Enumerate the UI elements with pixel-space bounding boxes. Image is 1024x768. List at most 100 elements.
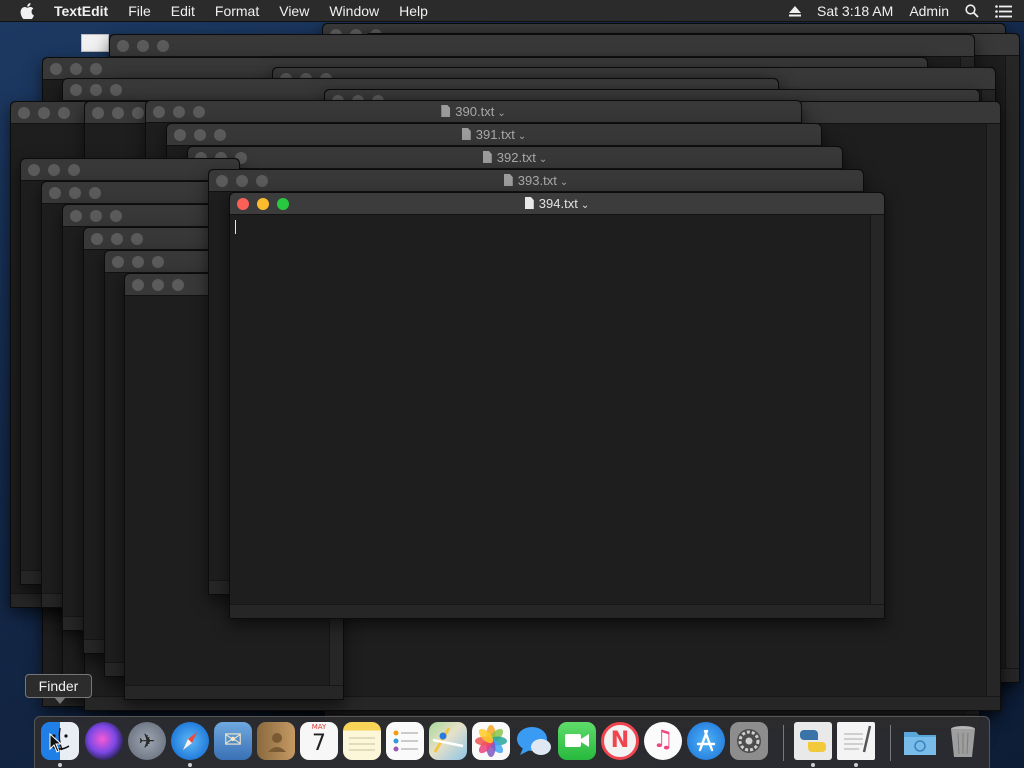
apple-icon[interactable] <box>20 2 34 19</box>
menu-app-name[interactable]: TextEdit <box>54 3 108 19</box>
zoom-button[interactable] <box>68 164 80 176</box>
zoom-button[interactable] <box>110 84 122 96</box>
close-button[interactable] <box>50 63 62 75</box>
active-textedit-window[interactable]: 394.txt ⌄ <box>229 192 885 619</box>
traffic-lights <box>18 107 78 119</box>
zoom-button[interactable] <box>152 256 164 268</box>
menu-edit[interactable]: Edit <box>171 3 195 19</box>
calendar-icon[interactable]: MAY 7 <box>300 722 338 760</box>
menu-format[interactable]: Format <box>215 3 259 19</box>
itunes-icon[interactable]: ♫ <box>644 722 682 760</box>
messages-icon[interactable] <box>515 722 553 760</box>
traffic-lights <box>91 233 151 245</box>
zoom-button[interactable] <box>89 187 101 199</box>
python-launcher-icon[interactable] <box>794 722 832 760</box>
textedit-icon[interactable] <box>837 722 875 760</box>
reminders-icon[interactable] <box>386 722 424 760</box>
window-titlebar[interactable]: 393.txt ⌄ <box>209 170 863 192</box>
siri-icon[interactable] <box>85 722 123 760</box>
menubar-user[interactable]: Admin <box>909 3 949 19</box>
document-icon <box>441 105 451 117</box>
news-icon[interactable]: N <box>601 722 639 760</box>
close-button[interactable] <box>112 256 124 268</box>
close-button[interactable] <box>117 40 129 52</box>
window-title: 391.txt ⌄ <box>167 127 821 142</box>
window-titlebar[interactable] <box>110 35 974 57</box>
traffic-lights <box>70 210 130 222</box>
window-titlebar[interactable]: 392.txt ⌄ <box>188 147 842 169</box>
close-button[interactable] <box>49 187 61 199</box>
window-titlebar[interactable]: 391.txt ⌄ <box>167 124 821 146</box>
menu-file[interactable]: File <box>128 3 151 19</box>
facetime-icon[interactable] <box>558 722 596 760</box>
window-title-text: 393.txt <box>517 173 557 188</box>
zoom-button[interactable] <box>58 107 70 119</box>
minimize-button[interactable] <box>90 84 102 96</box>
window-titlebar[interactable] <box>21 159 239 181</box>
minimize-button[interactable] <box>137 40 149 52</box>
vertical-scrollbar[interactable] <box>870 215 884 604</box>
textedit-running-dot <box>854 763 858 767</box>
chevron-down-icon[interactable]: ⌄ <box>560 177 568 188</box>
maps-icon[interactable] <box>429 722 467 760</box>
document-icon <box>461 128 471 140</box>
close-button[interactable] <box>91 233 103 245</box>
spotlight-search-icon[interactable] <box>965 4 979 18</box>
photos-icon[interactable] <box>472 722 510 760</box>
close-button[interactable] <box>70 84 82 96</box>
horizontal-scrollbar[interactable] <box>230 604 884 618</box>
zoom-button[interactable] <box>90 63 102 75</box>
zoom-button[interactable] <box>172 279 184 291</box>
zoom-button[interactable] <box>110 210 122 222</box>
minimize-button[interactable] <box>112 107 124 119</box>
contacts-icon[interactable] <box>257 722 295 760</box>
minimize-button[interactable] <box>132 256 144 268</box>
vertical-scrollbar[interactable] <box>986 124 1000 696</box>
chevron-down-icon[interactable]: ⌄ <box>581 200 589 211</box>
text-cursor <box>235 220 236 234</box>
document-icon <box>482 151 492 163</box>
chevron-down-icon[interactable]: ⌄ <box>497 108 505 119</box>
window-titlebar[interactable]: 390.txt ⌄ <box>146 101 801 123</box>
notes-icon[interactable] <box>343 722 381 760</box>
chevron-down-icon[interactable]: ⌄ <box>518 131 526 142</box>
horizontal-scrollbar[interactable] <box>125 685 343 699</box>
minimize-button[interactable] <box>111 233 123 245</box>
dock-separator <box>783 725 784 761</box>
traffic-lights <box>117 40 177 52</box>
close-button[interactable] <box>92 107 104 119</box>
eject-icon[interactable] <box>789 5 802 17</box>
minimize-button[interactable] <box>69 187 81 199</box>
close-button[interactable] <box>28 164 40 176</box>
zoom-button[interactable] <box>131 233 143 245</box>
system-preferences-icon[interactable] <box>730 722 768 760</box>
safari-running-dot <box>188 763 192 767</box>
vertical-scrollbar[interactable] <box>1005 56 1019 668</box>
launchpad-icon[interactable]: ✈ <box>128 722 166 760</box>
app-store-icon[interactable] <box>687 722 725 760</box>
mail-icon[interactable]: ✉ <box>214 722 252 760</box>
zoom-button[interactable] <box>157 40 169 52</box>
notification-center-icon[interactable] <box>995 4 1012 18</box>
menu-help[interactable]: Help <box>399 3 428 19</box>
zoom-button[interactable] <box>132 107 144 119</box>
minimize-button[interactable] <box>90 210 102 222</box>
minimize-button[interactable] <box>48 164 60 176</box>
menu-window[interactable]: Window <box>329 3 379 19</box>
menu-view[interactable]: View <box>279 3 309 19</box>
document-text-area[interactable] <box>230 215 870 604</box>
minimize-button[interactable] <box>152 279 164 291</box>
safari-icon[interactable] <box>171 722 209 760</box>
desktop-file-icon[interactable] <box>81 34 109 52</box>
minimize-button[interactable] <box>70 63 82 75</box>
trash-icon[interactable] <box>944 722 982 760</box>
chevron-down-icon[interactable]: ⌄ <box>539 154 547 165</box>
window-titlebar[interactable]: 394.txt ⌄ <box>230 193 884 215</box>
close-button[interactable] <box>70 210 82 222</box>
close-button[interactable] <box>132 279 144 291</box>
traffic-lights <box>28 164 88 176</box>
menubar-clock[interactable]: Sat 3:18 AM <box>817 3 893 19</box>
minimize-button[interactable] <box>38 107 50 119</box>
downloads-folder-icon[interactable] <box>901 722 939 760</box>
close-button[interactable] <box>18 107 30 119</box>
